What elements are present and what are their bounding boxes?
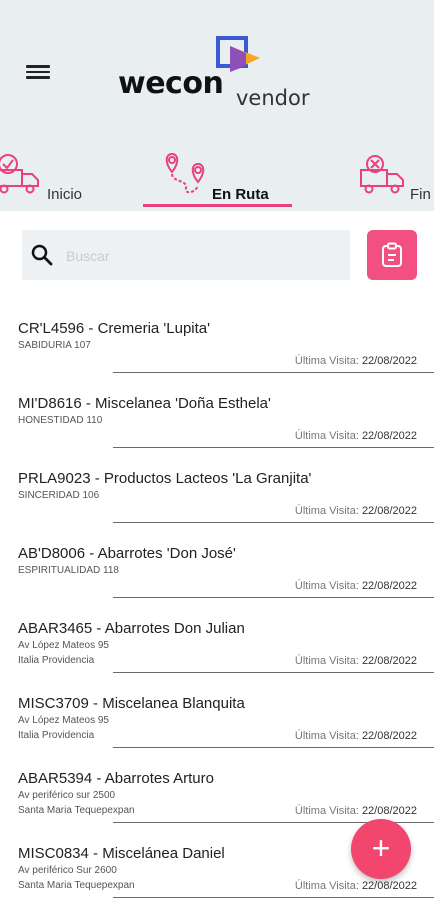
plus-icon: + [371, 830, 391, 866]
store-neighborhood: Santa Maria Tequepexpan [18, 805, 135, 816]
last-visit-label: Última Visita: [294, 355, 359, 367]
last-visit-date: 22/08/2022 [361, 505, 417, 517]
store-list: CR'L4596 - Cremeria 'Lupita' SABIDURIA 10… [0, 310, 434, 910]
last-visit: Última Visita: 22/08/2022 [295, 805, 417, 817]
app-header: wecon vendor Inicio En Ruta Fin [0, 0, 434, 211]
divider [113, 597, 434, 598]
store-title: ABAR3465 - Abarrotes Don Julian [18, 620, 245, 637]
store-address: Av López Mateos 95 [18, 640, 109, 651]
last-visit-label: Última Visita: [294, 880, 359, 892]
divider [113, 897, 434, 898]
last-visit-date: 22/08/2022 [361, 655, 417, 667]
truck-cancel-icon [360, 155, 404, 194]
last-visit-label: Última Visita: [294, 505, 359, 517]
store-title: MI'D8616 - Miscelanea 'Doña Esthela' [18, 395, 271, 412]
active-tab-indicator [143, 204, 292, 207]
store-address: Av López Mateos 95 [18, 715, 109, 726]
store-neighborhood: Italia Providencia [18, 730, 95, 741]
store-neighborhood: Santa Maria Tequepexpan [18, 880, 135, 891]
store-list-item[interactable]: AB'D8006 - Abarrotes 'Don José' ESPIRITUA… [0, 535, 434, 610]
hamburger-menu-icon[interactable] [26, 62, 50, 82]
store-address: SABIDURIA 107 [18, 340, 91, 351]
last-visit: Última Visita: 22/08/2022 [295, 355, 417, 367]
last-visit-label: Última Visita: [294, 580, 359, 592]
last-visit-date: 22/08/2022 [361, 355, 417, 367]
store-title: MISC3709 - Miscelanea Blanquita [18, 695, 245, 712]
last-visit: Última Visita: 22/08/2022 [295, 655, 417, 667]
store-title: ABAR5394 - Abarrotes Arturo [18, 770, 214, 787]
last-visit-date: 22/08/2022 [361, 430, 417, 442]
store-address: HONESTIDAD 110 [18, 415, 103, 426]
clipboard-button[interactable] [367, 230, 417, 280]
store-list-item[interactable]: CR'L4596 - Cremeria 'Lupita' SABIDURIA 10… [0, 310, 434, 385]
truck-check-icon [0, 154, 39, 194]
store-list-item[interactable]: MISC3709 - Miscelanea Blanquita Av López … [0, 685, 434, 760]
tab-en-ruta[interactable]: En Ruta [150, 148, 290, 211]
tab-label-fin: Fin [410, 186, 431, 203]
search-input[interactable] [64, 242, 338, 270]
clipboard-icon [382, 242, 402, 267]
divider [113, 522, 434, 523]
store-address: ESPIRITUALIDAD 118 [18, 565, 119, 576]
last-visit-label: Última Visita: [294, 805, 359, 817]
store-title: MISC0834 - Miscelánea Daniel [18, 845, 225, 862]
last-visit: Última Visita: 22/08/2022 [295, 880, 417, 892]
last-visit-date: 22/08/2022 [361, 730, 417, 742]
store-title: CR'L4596 - Cremeria 'Lupita' [18, 320, 211, 337]
store-title: PRLA9023 - Productos Lacteos 'La Granjit… [18, 470, 312, 487]
store-address: Av periférico sur 2500 [18, 790, 116, 801]
store-title: AB'D8006 - Abarrotes 'Don José' [18, 545, 236, 562]
store-address: SINCERIDAD 106 [18, 490, 100, 501]
divider [113, 372, 434, 373]
last-visit-date: 22/08/2022 [361, 805, 417, 817]
divider [113, 747, 434, 748]
last-visit-date: 22/08/2022 [361, 880, 417, 892]
tab-label-inicio: Inicio [47, 186, 83, 203]
store-list-item[interactable]: PRLA9023 - Productos Lacteos 'La Granjit… [0, 460, 434, 535]
last-visit-label: Última Visita: [294, 430, 359, 442]
logo-mark-icon [216, 36, 260, 72]
tab-label-en-ruta: En Ruta [212, 186, 269, 203]
store-list-item[interactable]: MI'D8616 - Miscelanea 'Doña Esthela' HONE… [0, 385, 434, 460]
search-icon [31, 244, 53, 266]
tab-inicio[interactable]: Inicio [0, 148, 100, 211]
last-visit: Última Visita: 22/08/2022 [295, 505, 417, 517]
logo-subtitle: vendor [236, 86, 310, 110]
store-address: Av periférico Sur 2600 [18, 865, 117, 876]
store-list-item[interactable]: ABAR3465 - Abarrotes Don Julian Av López … [0, 610, 434, 685]
last-visit-date: 22/08/2022 [361, 580, 417, 592]
last-visit-label: Última Visita: [294, 730, 359, 742]
search-bar [22, 230, 350, 280]
last-visit: Última Visita: 22/08/2022 [295, 580, 417, 592]
divider [113, 672, 434, 673]
last-visit-label: Última Visita: [294, 655, 359, 667]
last-visit: Última Visita: 22/08/2022 [295, 430, 417, 442]
store-neighborhood: Italia Providencia [18, 655, 95, 666]
tab-fin[interactable]: Fin [355, 148, 434, 211]
logo-wordmark: wecon [118, 66, 224, 101]
divider [113, 447, 434, 448]
last-visit: Última Visita: 22/08/2022 [295, 730, 417, 742]
add-store-button[interactable]: + [351, 819, 411, 879]
wecon-vendor-logo: wecon vendor [116, 36, 326, 116]
route-tabs: Inicio En Ruta Fin [0, 148, 434, 211]
route-pin-icon [165, 152, 205, 194]
